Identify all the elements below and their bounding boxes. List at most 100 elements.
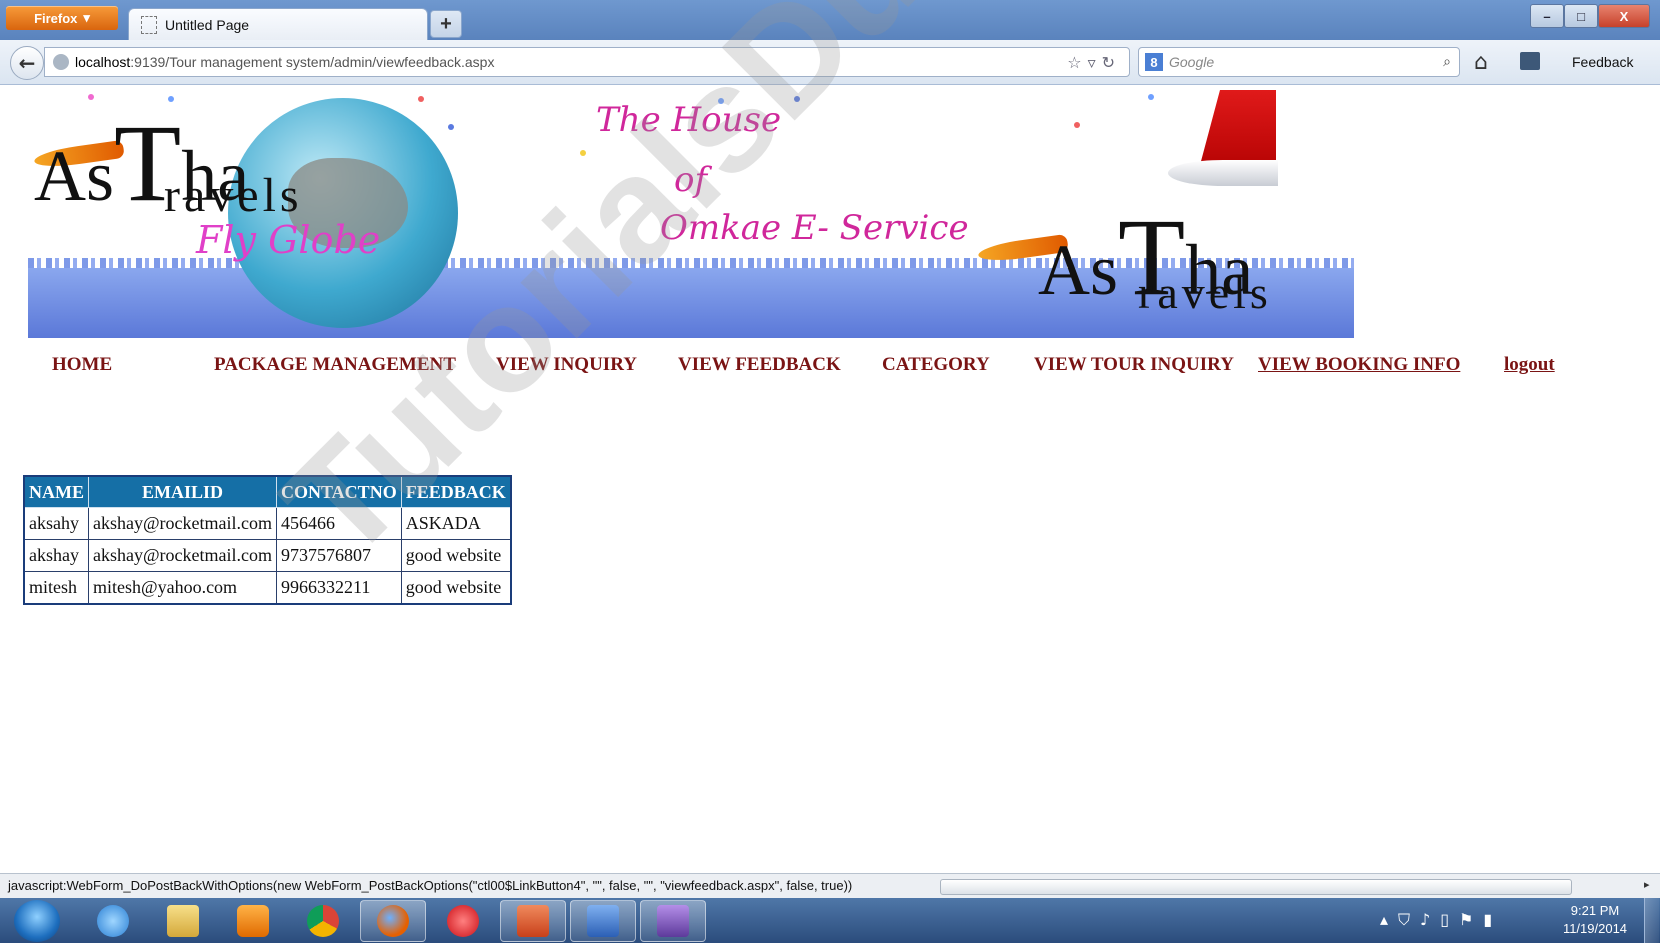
confetti-dot	[1148, 94, 1154, 100]
google-engine-icon[interactable]: 8	[1145, 53, 1163, 71]
slogan-text: Fly Globe	[196, 218, 381, 262]
nav-category[interactable]: CATEGORY	[882, 354, 990, 376]
horizontal-scrollbar[interactable]	[940, 879, 1572, 895]
nav-view-tour-inquiry[interactable]: VIEW TOUR INQUIRY	[1034, 354, 1234, 376]
taskbar-visual-studio[interactable]	[640, 900, 706, 942]
address-bar[interactable]: localhost :9139/Tour management system/a…	[44, 47, 1130, 77]
bookmark-star-reload-icon[interactable]: ☆▿↻	[1067, 53, 1121, 72]
cell-email: akshay@rocketmail.com	[87, 539, 278, 572]
cell-email: mitesh@yahoo.com	[87, 571, 278, 605]
dropdown-arrow-icon: ▾	[83, 10, 90, 25]
scroll-right-arrow-icon[interactable]: ▸	[1644, 878, 1650, 891]
page-icon	[141, 15, 157, 34]
home-icon[interactable]: ⌂	[1474, 50, 1488, 75]
start-button[interactable]	[14, 900, 60, 942]
taskbar-firefox[interactable]	[360, 900, 426, 942]
table-header-row: NAME EMAILID CONTACTNO FEEDBACK	[23, 475, 512, 508]
site-identity-icon	[53, 54, 69, 70]
confetti-dot	[418, 96, 424, 102]
site-banner: AsTha ravels Fly Globe The House of Omka…	[28, 90, 1354, 338]
status-link-text: javascript:WebForm_DoPostBackWithOptions…	[8, 878, 853, 893]
restore-button[interactable]: □	[1564, 4, 1598, 28]
folder-icon	[167, 905, 199, 937]
nav-view-feedback[interactable]: VIEW FEEDBACK	[678, 354, 841, 376]
nav-view-booking-info[interactable]: VIEW BOOKING INFO	[1258, 354, 1460, 376]
taskbar-explorer[interactable]	[150, 900, 216, 942]
cell-contact: 9966332211	[276, 571, 402, 605]
confetti-dot	[580, 150, 586, 156]
cell-feedback: good website	[400, 539, 512, 572]
column-header-contactno: CONTACTNO	[276, 475, 402, 508]
cell-contact: 456466	[276, 507, 402, 540]
visual-studio-icon	[657, 905, 689, 937]
opera-icon	[447, 905, 479, 937]
table-row: aksahy akshay@rocketmail.com 456466 ASKA…	[23, 507, 512, 540]
clock-time: 9:21 PM	[1570, 903, 1620, 918]
cell-feedback: ASKADA	[400, 507, 512, 540]
airplane-body-image	[1168, 160, 1278, 186]
clock-date: 11/19/2014	[1562, 921, 1628, 936]
browser-tab[interactable]: Untitled Page	[128, 8, 428, 40]
logo-travels: ravels	[164, 169, 303, 222]
taskbar-clock[interactable]: 9:21 PM 11/19/2014	[1556, 902, 1634, 938]
taskbar-powerpoint[interactable]	[500, 900, 566, 942]
logo-travels-2: ravels	[1138, 267, 1272, 318]
cell-feedback: good website	[400, 571, 512, 605]
firefox-icon	[377, 905, 409, 937]
windows-taskbar: ▴⛉♪▯⚑▮ 9:21 PM 11/19/2014	[0, 898, 1660, 943]
nav-home[interactable]: HOME	[52, 354, 112, 376]
cell-contact: 9737576807	[276, 539, 402, 572]
search-bar[interactable]: 8 Google ⌕	[1138, 47, 1460, 77]
show-desktop-button[interactable]	[1644, 898, 1659, 943]
firefox-menu-label: Firefox	[34, 10, 78, 26]
new-tab-button[interactable]: +	[430, 10, 462, 38]
confetti-dot	[718, 98, 724, 104]
column-header-emailid: EMAILID	[87, 475, 278, 508]
word-icon	[587, 905, 619, 937]
feedback-table: NAME EMAILID CONTACTNO FEEDBACK aksahy a…	[23, 475, 512, 605]
taskbar-media-player[interactable]	[220, 900, 286, 942]
internet-explorer-icon	[97, 905, 129, 937]
confetti-dot	[88, 94, 94, 100]
column-header-name: NAME	[23, 475, 89, 508]
url-path: :9139/Tour management system/admin/viewf…	[130, 54, 495, 70]
search-placeholder: Google	[1169, 54, 1215, 70]
confetti-dot	[1074, 122, 1080, 128]
taskbar-chrome[interactable]	[290, 900, 356, 942]
house-line-2: of	[674, 160, 708, 200]
table-row: mitesh mitesh@yahoo.com 9966332211 good …	[23, 571, 512, 605]
taskbar-ie[interactable]	[80, 900, 146, 942]
minimize-button[interactable]: –	[1530, 4, 1564, 28]
firefox-menu-button[interactable]: Firefox ▾	[6, 6, 118, 30]
browser-status-bar: javascript:WebForm_DoPostBackWithOptions…	[0, 873, 1660, 898]
bookmarks-icon[interactable]	[1520, 52, 1540, 70]
confetti-dot	[168, 96, 174, 102]
taskbar-opera[interactable]	[430, 900, 496, 942]
confetti-dot	[448, 124, 454, 130]
back-arrow-icon: ←	[18, 51, 36, 75]
cell-name: mitesh	[23, 571, 89, 605]
back-button[interactable]: ←	[10, 46, 44, 80]
search-icon[interactable]: ⌕	[1443, 54, 1451, 70]
nav-view-inquiry[interactable]: VIEW INQUIRY	[496, 354, 637, 376]
house-line-3: Omkae E- Service	[660, 208, 969, 248]
chrome-icon	[307, 905, 339, 937]
browser-titlebar: Firefox ▾ Untitled Page + – □ X	[0, 0, 1660, 40]
house-line-1: The House	[596, 100, 782, 140]
taskbar-word[interactable]	[570, 900, 636, 942]
nav-logout[interactable]: logout	[1504, 354, 1555, 376]
system-tray-icons[interactable]: ▴⛉♪▯⚑▮	[1380, 910, 1502, 930]
nav-package-management[interactable]: PACKAGE MANAGEMENT	[214, 354, 456, 376]
tab-title: Untitled Page	[165, 16, 250, 33]
url-host: localhost	[75, 54, 131, 70]
media-player-icon	[237, 905, 269, 937]
feedback-button[interactable]: Feedback	[1572, 54, 1633, 70]
site-navigation: HOME PACKAGE MANAGEMENT VIEW INQUIRY VIE…	[0, 350, 1660, 380]
confetti-dot	[794, 96, 800, 102]
table-row: akshay akshay@rocketmail.com 9737576807 …	[23, 539, 512, 572]
browser-navbar: ← localhost :9139/Tour management system…	[0, 40, 1660, 85]
column-header-feedback: FEEDBACK	[400, 475, 512, 508]
cell-email: akshay@rocketmail.com	[87, 507, 278, 540]
close-window-button[interactable]: X	[1598, 4, 1650, 28]
cell-name: akshay	[23, 539, 89, 572]
